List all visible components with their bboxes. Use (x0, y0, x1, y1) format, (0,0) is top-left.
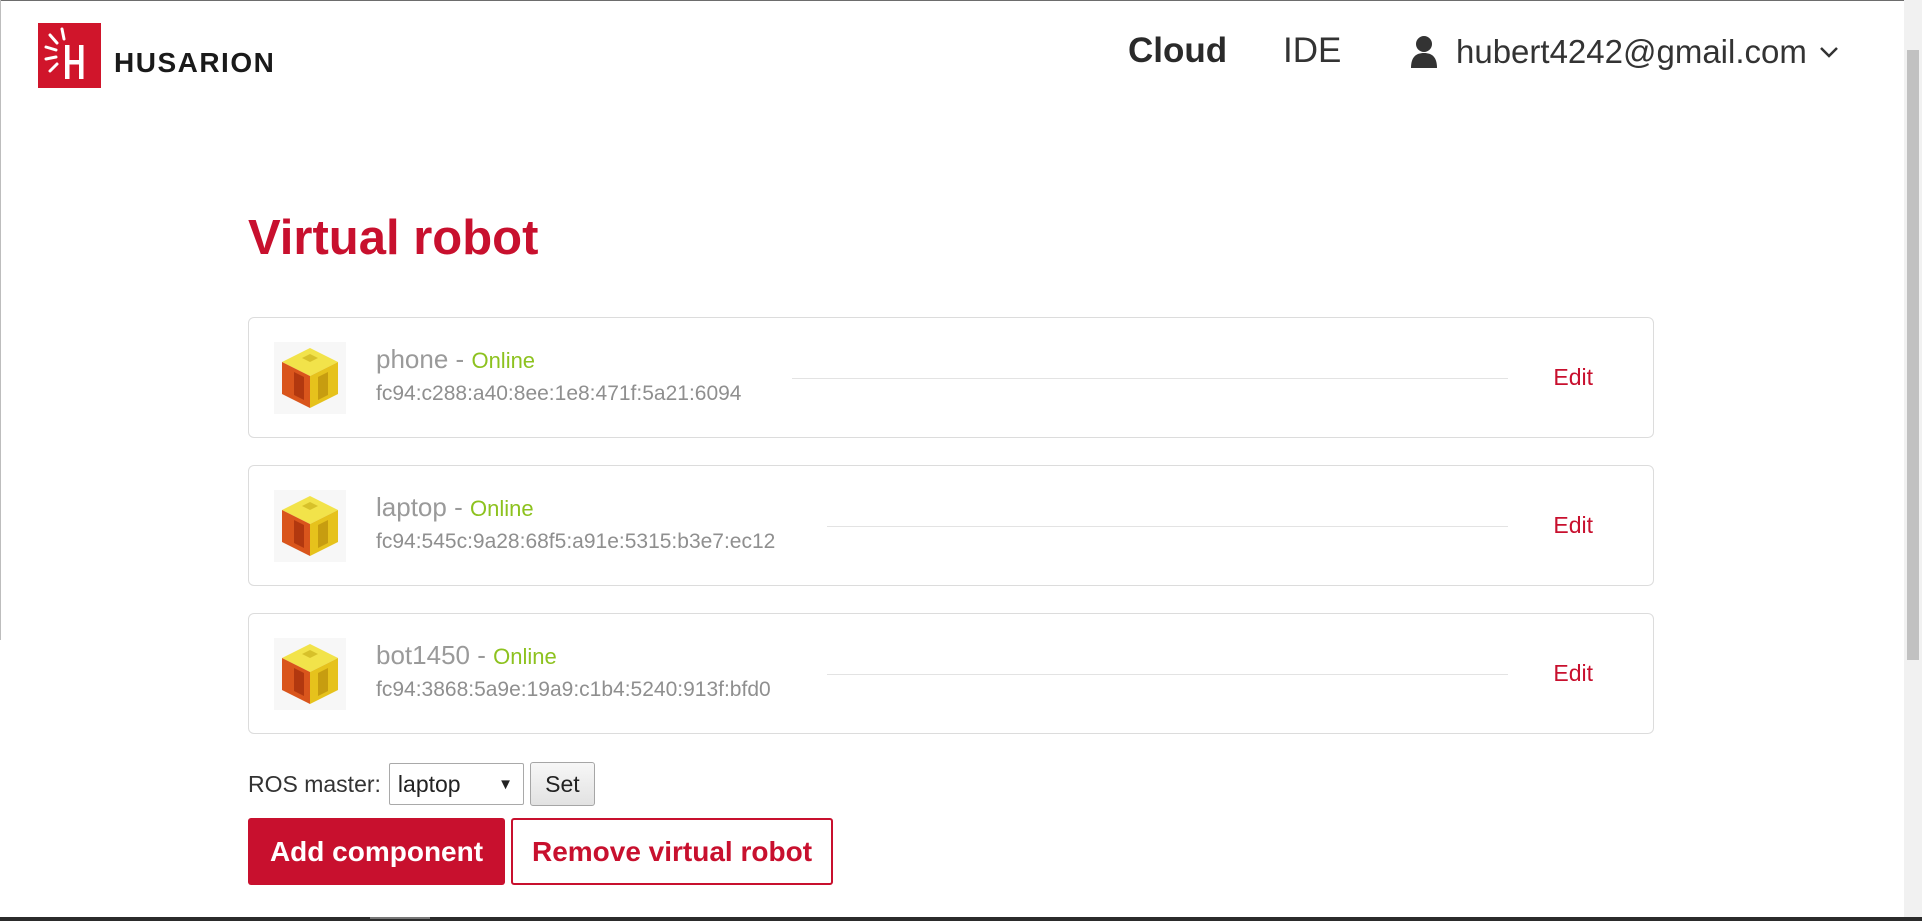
status-badge: Online (471, 348, 536, 373)
robot-cube-icon (274, 342, 346, 414)
husarion-logo[interactable]: HUSARION (38, 23, 275, 88)
user-icon (1411, 36, 1437, 68)
robot-name-line: phone - Online (376, 344, 535, 375)
robot-name: bot1450 (376, 640, 470, 670)
status-badge: Online (469, 496, 534, 521)
status-badge: Online (493, 644, 557, 669)
robot-card-bot1450: bot1450 - Online fc94:3868:5a9e:19a9:c1b… (248, 613, 1654, 734)
ros-master-select[interactable]: laptop ▼ (388, 763, 524, 805)
ros-master-selected: laptop (397, 770, 461, 797)
husarion-logo-icon (38, 23, 101, 88)
dropdown-arrow-icon: ▼ (498, 776, 513, 793)
separator: - (455, 344, 465, 374)
nav-cloud[interactable]: Cloud (1128, 26, 1227, 76)
separator: - (454, 492, 463, 522)
edit-link-laptop[interactable]: Edit (1553, 512, 1593, 539)
remove-virtual-robot-button[interactable]: Remove virtual robot (511, 818, 833, 885)
taskbar-edge (0, 917, 1922, 921)
separator: - (477, 640, 486, 670)
divider (792, 378, 1508, 379)
robot-card-laptop: laptop - Online fc94:545c:9a28:68f5:a91e… (248, 465, 1654, 586)
robot-name: laptop (376, 492, 447, 522)
robot-name: phone (376, 344, 449, 374)
brand-name: HUSARION (114, 46, 276, 78)
nav-ide[interactable]: IDE (1283, 26, 1341, 76)
divider (827, 526, 1508, 527)
robot-address: fc94:c288:a40:8ee:1e8:471f:5a21:6094 (376, 382, 742, 405)
robot-name-line: bot1450 - Online (376, 640, 557, 671)
user-email: hubert4242@gmail.com (1456, 33, 1807, 70)
page-title: Virtual robot (248, 211, 539, 265)
edit-link-phone[interactable]: Edit (1553, 364, 1593, 391)
ros-master-label: ROS master: (248, 770, 381, 797)
robot-address: fc94:3868:5a9e:19a9:c1b4:5240:913f:bfd0 (376, 678, 771, 701)
robot-address: fc94:545c:9a28:68f5:a91e:5315:b3e7:ec12 (376, 530, 776, 553)
divider (827, 674, 1508, 675)
chevron-down-icon (1819, 47, 1838, 58)
robot-name-line: laptop - Online (376, 492, 534, 523)
scrollbar-thumb[interactable] (1907, 50, 1919, 660)
robot-cube-icon (274, 490, 346, 562)
user-menu[interactable]: hubert4242@gmail.com (1410, 28, 1839, 76)
edit-link-bot1450[interactable]: Edit (1553, 660, 1593, 687)
add-component-button[interactable]: Add component (248, 818, 505, 885)
window-left-border (0, 0, 1, 640)
set-button[interactable]: Set (529, 762, 595, 806)
window-top-border (0, 0, 1922, 1)
ros-master-row: ROS master: laptop ▼ Set (248, 762, 595, 806)
robot-cube-icon (274, 638, 346, 710)
robot-card-phone: phone - Online fc94:c288:a40:8ee:1e8:471… (248, 317, 1654, 438)
